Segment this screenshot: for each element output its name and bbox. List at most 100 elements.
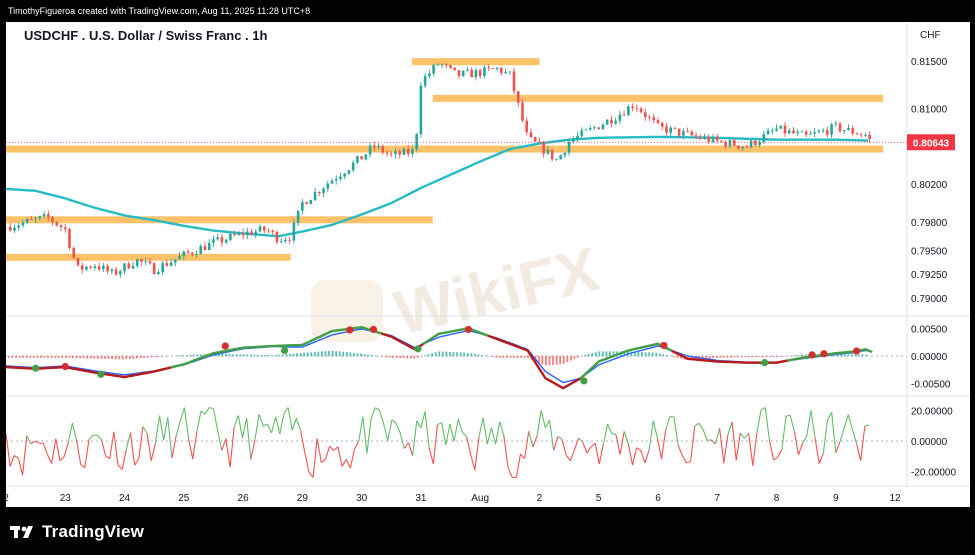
candle [555, 158, 558, 161]
candle [830, 122, 833, 138]
candle-body [326, 183, 330, 189]
oscillator-2-segment [192, 431, 198, 460]
histogram-bar [61, 356, 64, 358]
candle-body [605, 119, 609, 125]
candle [495, 66, 499, 72]
histogram-bar [470, 353, 473, 357]
histogram-bar [477, 354, 480, 357]
candle [106, 263, 109, 275]
histogram-bar [473, 353, 476, 357]
oscillator-2-segment [204, 407, 210, 415]
candle-body [309, 200, 313, 205]
oscillator-2-segment [822, 419, 829, 454]
candle [127, 261, 131, 270]
candle [673, 127, 677, 130]
histogram-bar [587, 353, 590, 357]
oscillator-2-segment [246, 418, 252, 460]
candle-body [17, 225, 21, 228]
candle [461, 70, 465, 77]
chart-panel[interactable]: WikiFX USDCHF . U.S. Dollar / Swiss Fran… [3, 22, 970, 507]
oscillator-2-segment [9, 455, 15, 467]
candle-body [504, 71, 507, 73]
candle [821, 127, 825, 133]
candle [449, 64, 452, 69]
candle-body [648, 117, 651, 118]
oscillator-2-segment [196, 410, 202, 432]
candle-body [796, 131, 799, 134]
oscillator-2-segment [39, 442, 44, 445]
oscillator-2-segment [660, 429, 667, 460]
oscillator-2-segment [150, 443, 156, 461]
oscillator-2-segment [764, 407, 770, 441]
candle [538, 137, 541, 143]
oscillator-2-segment [486, 427, 492, 445]
histogram-bar [150, 356, 153, 358]
candle-body [30, 218, 33, 220]
candle [89, 265, 92, 270]
histogram-bar [779, 356, 782, 357]
histogram-bar [527, 356, 530, 359]
candle-body [868, 134, 871, 140]
time-tick-label: 26 [238, 493, 250, 504]
candle-body [110, 269, 114, 272]
candle [322, 186, 325, 198]
oscillator-2-segment [403, 442, 409, 449]
candle-body [665, 126, 668, 133]
candle [792, 127, 795, 135]
candle-body [212, 239, 215, 243]
oscillator-2-segment [524, 431, 530, 459]
candle-body [762, 134, 766, 142]
histogram-bar [847, 354, 850, 357]
oscillator-2-segment [55, 438, 61, 461]
histogram-bar [18, 356, 21, 358]
oscillator-fast-segment [867, 349, 873, 353]
candle-body [190, 252, 194, 255]
oscillator-2-segment [420, 411, 426, 429]
oscillator-2-segment [59, 456, 65, 462]
histogram-bar [520, 356, 522, 358]
candle-body [512, 71, 516, 92]
histogram-bar [605, 351, 608, 357]
oscillator-2-segment [656, 437, 663, 460]
histogram-bar [232, 354, 234, 357]
oscillator-2-segment [578, 437, 584, 443]
histogram-bar [424, 355, 426, 357]
candle-body [119, 271, 122, 275]
candle [614, 117, 617, 125]
oscillator-2-segment [835, 441, 841, 454]
oscillator-2-segment [279, 413, 285, 435]
signal-dot [32, 364, 40, 372]
histogram-bar [409, 356, 412, 359]
histogram-bar [776, 356, 779, 358]
candle-body [207, 242, 211, 251]
oscillator-2-segment [702, 429, 708, 441]
oscillator-2-segment [183, 407, 190, 439]
candle-body [787, 130, 791, 134]
candle-body [834, 123, 838, 125]
candle [428, 69, 431, 79]
candle-body [487, 67, 490, 69]
histogram-bar [32, 356, 35, 358]
candle-body [715, 136, 719, 141]
candle-body [474, 70, 478, 78]
candle-body [525, 120, 529, 133]
histogram-bar [22, 356, 25, 358]
candle-body [423, 76, 427, 86]
price-tick-label: 0.80200 [911, 180, 948, 191]
chart-svg[interactable]: WikiFX USDCHF . U.S. Dollar / Swiss Fran… [3, 22, 970, 507]
candle [699, 134, 702, 140]
candle-body [766, 130, 770, 135]
oscillator-2-segment [457, 419, 463, 433]
candle-body [500, 67, 503, 73]
candle-body [660, 122, 664, 127]
signal-dot [221, 342, 229, 350]
oscillator-2-segment [594, 442, 600, 465]
candle [85, 266, 88, 272]
oscillator-2-segment [291, 418, 297, 431]
candle [770, 127, 774, 135]
oscillator-2-segment [548, 420, 555, 451]
histogram-bar [132, 356, 135, 359]
candle [258, 224, 262, 233]
candle-body [322, 188, 325, 194]
candle [63, 224, 67, 233]
